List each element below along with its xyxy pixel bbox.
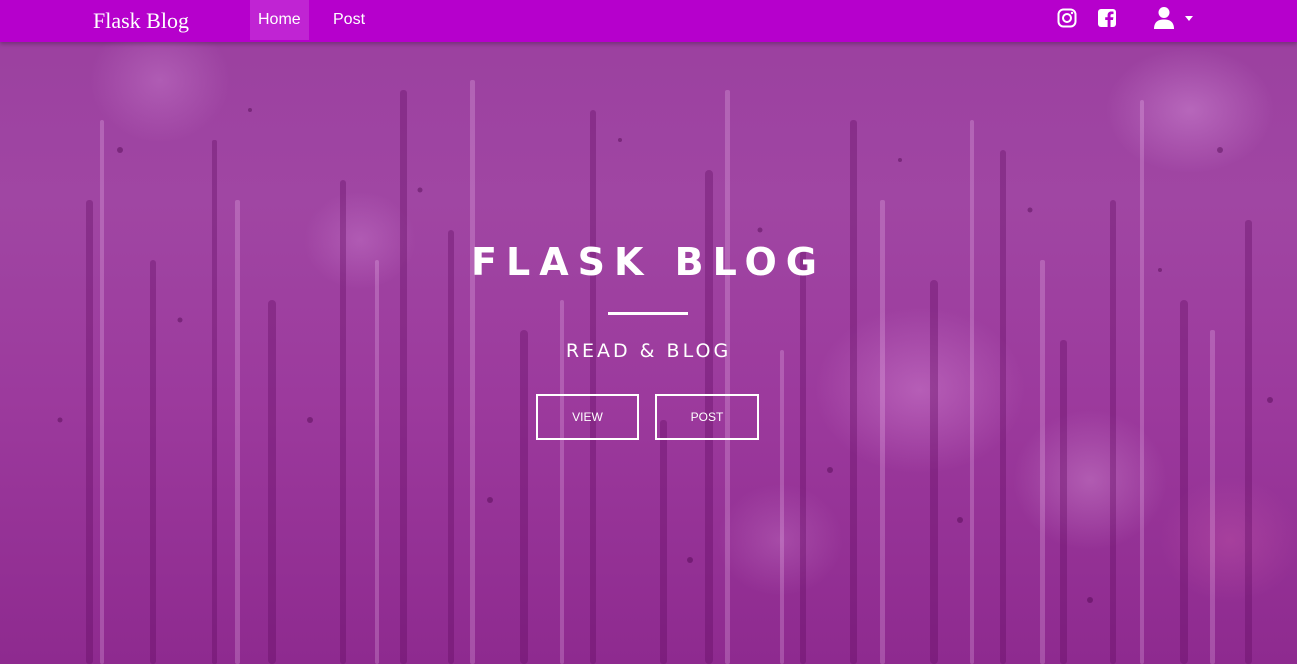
nav-link-post[interactable]: Post: [325, 0, 373, 40]
navbar: Flask Blog Home Post: [0, 0, 1297, 42]
hero-subtitle: READ & BLOG: [565, 340, 732, 362]
nav-link-home[interactable]: Home: [250, 0, 309, 40]
post-button[interactable]: POST: [655, 394, 759, 440]
facebook-icon[interactable]: [1097, 8, 1117, 28]
rain-texture: [57, 80, 1273, 664]
hero-title: FLASK BLOG: [471, 240, 826, 284]
hero-background: [0, 0, 1297, 664]
view-button[interactable]: VIEW: [536, 394, 639, 440]
caret-down-icon: [1185, 16, 1193, 21]
brand-link[interactable]: Flask Blog: [93, 8, 189, 34]
user-menu-toggle[interactable]: [1153, 6, 1197, 32]
user-icon: [1154, 7, 1174, 29]
instagram-icon[interactable]: [1057, 8, 1077, 28]
hero-divider: [608, 312, 688, 315]
page: Flask Blog Home Post FLASK BLOG READ & B…: [0, 0, 1297, 664]
